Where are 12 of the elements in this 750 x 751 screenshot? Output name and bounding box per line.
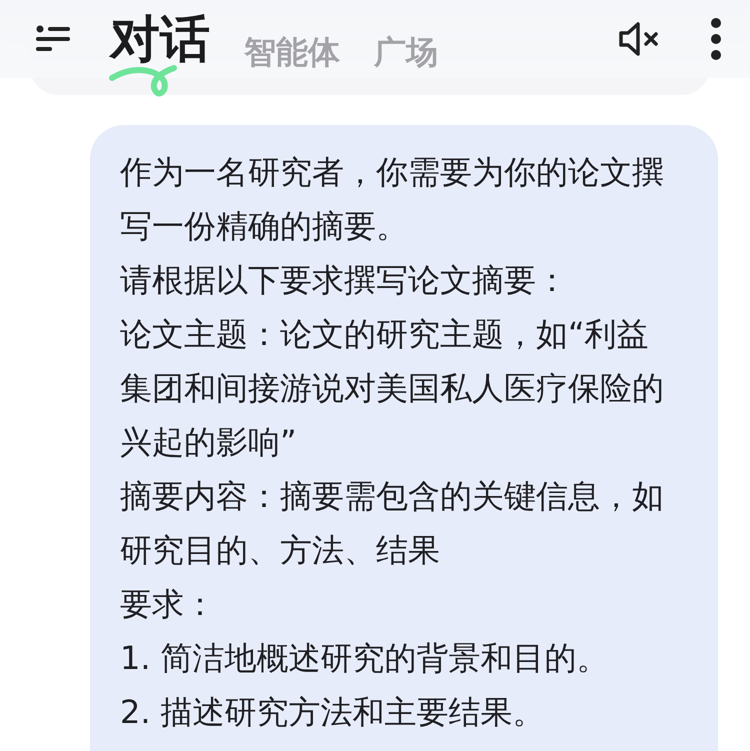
- message-text: 摘要内容：摘要需包含的关键信息，如研究目的、方法、结果: [120, 476, 665, 571]
- message-text: 1. 简洁地概述研究的背景和目的。: [120, 638, 610, 679]
- message-text: 2. 描述研究方法和主要结果。: [120, 692, 546, 733]
- tab[interactable]: 智能体: [244, 33, 340, 72]
- menu-icon[interactable]: [36, 25, 72, 53]
- message-text: 请根据以下要求撰写论文摘要：: [120, 260, 569, 301]
- message-text: 作为一名研究者，你需要为你的论文撰写一份精确的摘要。: [120, 152, 665, 247]
- tab[interactable]: 广场: [374, 33, 438, 72]
- message-text: 要求：: [120, 584, 217, 625]
- more-icon[interactable]: [710, 18, 722, 60]
- message-text: 论文主题：论文的研究主题，如“利益集团和间接游说对美国私人医疗保险的兴起的影响”: [120, 314, 665, 463]
- tab[interactable]: 对话: [110, 6, 210, 72]
